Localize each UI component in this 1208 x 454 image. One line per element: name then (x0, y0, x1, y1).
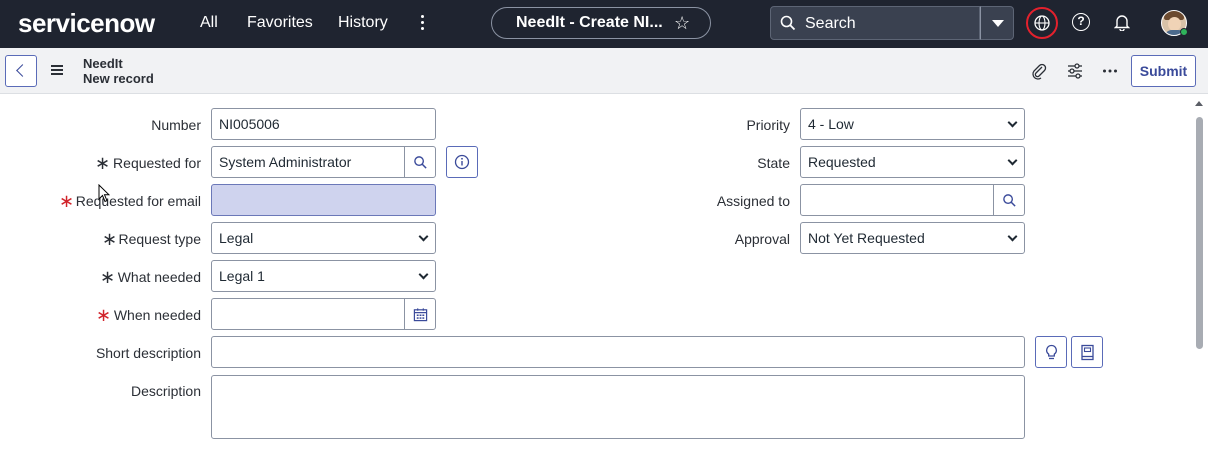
calendar-icon (413, 308, 428, 322)
state-select[interactable]: Requested (800, 146, 1025, 178)
search-icon (414, 156, 427, 169)
attachment-icon[interactable] (1030, 62, 1048, 80)
search-scope-dropdown[interactable] (980, 6, 1014, 40)
knowledge-search-button[interactable] (1071, 336, 1103, 368)
requested-for-email-label: Requested for email (75, 193, 201, 209)
requested-for-email-field[interactable] (211, 184, 436, 216)
lightbulb-icon (1046, 344, 1057, 360)
search-icon (1003, 194, 1016, 207)
suggestion-button[interactable] (1035, 336, 1067, 368)
request-type-select[interactable]: Legal (211, 222, 436, 254)
info-button[interactable] (446, 146, 478, 178)
request-type-label: Request type (118, 231, 202, 247)
request-type-value: Legal (219, 230, 254, 246)
record-subtitle: New record (83, 71, 154, 86)
required-indicator: ∗ (100, 267, 116, 287)
requested-for-field[interactable]: System Administrator (211, 146, 406, 178)
back-button[interactable] (5, 55, 37, 87)
priority-value: 4 - Low (808, 116, 854, 132)
when-needed-field[interactable] (211, 298, 406, 330)
scrollbar-thumb[interactable] (1196, 117, 1203, 349)
search-placeholder: Search (805, 15, 856, 32)
what-needed-select[interactable]: Legal 1 (211, 260, 436, 292)
more-menu-icon[interactable] (414, 12, 430, 34)
requested-for-lookup-button[interactable] (404, 146, 436, 178)
search-icon (780, 15, 796, 31)
required-indicator: ∗ (59, 191, 75, 211)
context-title: NeedIt - Create NI... (516, 14, 663, 31)
approval-select[interactable]: Not Yet Requested (800, 222, 1025, 254)
nav-all[interactable]: All (200, 14, 218, 32)
star-icon[interactable]: ☆ (674, 13, 690, 34)
record-table-name: NeedIt (83, 56, 123, 71)
what-needed-label: What needed (117, 269, 201, 285)
context-title-pill[interactable]: NeedIt - Create NI... ☆ (491, 7, 711, 39)
chevron-down-icon (1007, 155, 1018, 166)
book-icon (1081, 344, 1094, 361)
mouse-cursor-icon (98, 184, 110, 203)
chevron-down-icon (1007, 231, 1018, 242)
date-picker-button[interactable] (404, 298, 436, 330)
bell-icon[interactable] (1114, 13, 1130, 31)
presence-status-icon (1180, 28, 1188, 36)
number-label: Number (151, 117, 201, 133)
assigned-to-label: Assigned to (716, 193, 790, 209)
info-icon (454, 154, 470, 170)
required-indicator: ∗ (95, 153, 111, 173)
when-needed-label: When needed (113, 307, 201, 323)
approval-label: Approval (734, 231, 790, 247)
short-description-field[interactable] (211, 336, 1025, 368)
assigned-to-lookup-button[interactable] (993, 184, 1025, 216)
what-needed-value: Legal 1 (219, 268, 265, 284)
personalize-form-icon[interactable] (1066, 62, 1084, 80)
help-icon[interactable]: ? (1072, 13, 1090, 31)
priority-select[interactable]: 4 - Low (800, 108, 1025, 140)
short-description-label: Short description (95, 345, 201, 361)
servicenow-logo[interactable]: servicenow (18, 8, 155, 39)
state-label: State (757, 155, 790, 171)
nav-history[interactable]: History (338, 14, 388, 32)
description-textarea[interactable] (211, 375, 1025, 439)
globe-icon[interactable] (1026, 7, 1058, 39)
scroll-up-arrow[interactable] (1195, 101, 1203, 106)
chevron-left-icon (16, 64, 29, 77)
chevron-down-icon (992, 20, 1004, 27)
description-label: Description (130, 383, 201, 399)
chevron-down-icon (418, 269, 429, 280)
form-header: NeedIt New record Submit (0, 48, 1208, 94)
more-options-icon[interactable] (1101, 62, 1119, 80)
nav-favorites[interactable]: Favorites (247, 14, 313, 32)
chevron-down-icon (1007, 117, 1018, 128)
submit-button[interactable]: Submit (1131, 55, 1196, 87)
required-indicator: ∗ (96, 305, 112, 325)
global-search-input[interactable]: Search (770, 6, 980, 40)
context-menu-icon[interactable] (51, 65, 63, 75)
approval-value: Not Yet Requested (808, 230, 925, 246)
number-field[interactable]: NI005006 (211, 108, 436, 140)
required-indicator: ∗ (102, 229, 118, 249)
priority-label: Priority (746, 117, 790, 133)
requested-for-label: Requested for (113, 155, 201, 171)
chevron-down-icon (418, 231, 429, 242)
state-value: Requested (808, 154, 876, 170)
top-navigation-bar: servicenow All Favorites History NeedIt … (0, 0, 1208, 48)
assigned-to-field[interactable] (800, 184, 995, 216)
